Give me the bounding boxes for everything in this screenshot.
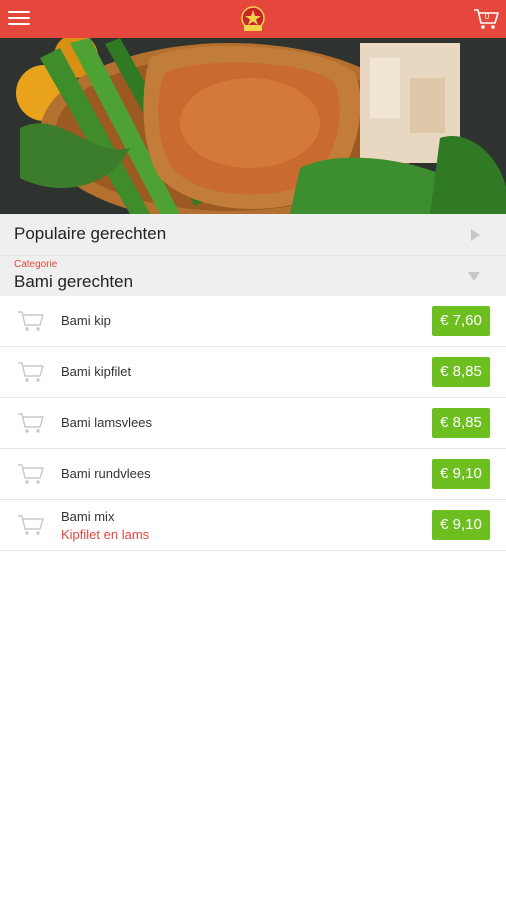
price-button[interactable]: € 9,10 <box>432 510 490 540</box>
menu-item-name: Bami mix <box>61 509 115 524</box>
add-to-cart-icon[interactable] <box>16 410 46 436</box>
price-button[interactable]: € 7,60 <box>432 306 490 336</box>
chevron-right-icon <box>471 229 480 241</box>
category-value: Bami gerechten <box>14 272 134 291</box>
menu-item-list: Bami kip € 7,60 Bami kipfilet € 8,85 Bam… <box>0 296 506 551</box>
app-header: 0 <box>0 0 506 38</box>
menu-item[interactable]: Bami kipfilet € 8,85 <box>0 347 506 398</box>
header-cart-button[interactable]: 0 <box>472 6 500 32</box>
menu-item[interactable]: Bami mix Kipfilet en lams € 9,10 <box>0 500 506 551</box>
popular-dishes-row[interactable]: Populaire gerechten <box>0 214 506 256</box>
add-to-cart-icon[interactable] <box>16 461 46 487</box>
menu-item-name: Bami rundvlees <box>61 466 151 481</box>
category-label: Categorie <box>14 259 58 270</box>
menu-item-name: Bami lamsvlees <box>61 415 153 430</box>
add-to-cart-icon[interactable] <box>16 512 46 538</box>
menu-item-name: Bami kipfilet <box>61 364 132 379</box>
popular-dishes-title: Populaire gerechten <box>14 224 167 243</box>
menu-item[interactable]: Bami lamsvlees € 8,85 <box>0 398 506 449</box>
menu-item[interactable]: Bami kip € 7,60 <box>0 296 506 347</box>
menu-button[interactable] <box>8 8 30 30</box>
menu-item[interactable]: Bami rundvlees € 9,10 <box>0 449 506 500</box>
price-button[interactable]: € 8,85 <box>432 357 490 387</box>
add-to-cart-icon[interactable] <box>16 359 46 385</box>
category-selector[interactable]: Categorie Bami gerechten <box>0 256 506 297</box>
hamburger-menu-icon <box>8 11 30 25</box>
price-button[interactable]: € 9,10 <box>432 459 490 489</box>
menu-item-name: Bami kip <box>61 313 111 328</box>
menu-item-subtitle: Kipfilet en lams <box>61 527 150 542</box>
restaurant-logo[interactable] <box>239 5 267 33</box>
price-button[interactable]: € 8,85 <box>432 408 490 438</box>
hero-food-image <box>0 38 506 214</box>
chevron-down-icon <box>468 272 480 281</box>
add-to-cart-icon[interactable] <box>16 308 46 334</box>
cart-count-badge: 0 <box>484 12 490 21</box>
